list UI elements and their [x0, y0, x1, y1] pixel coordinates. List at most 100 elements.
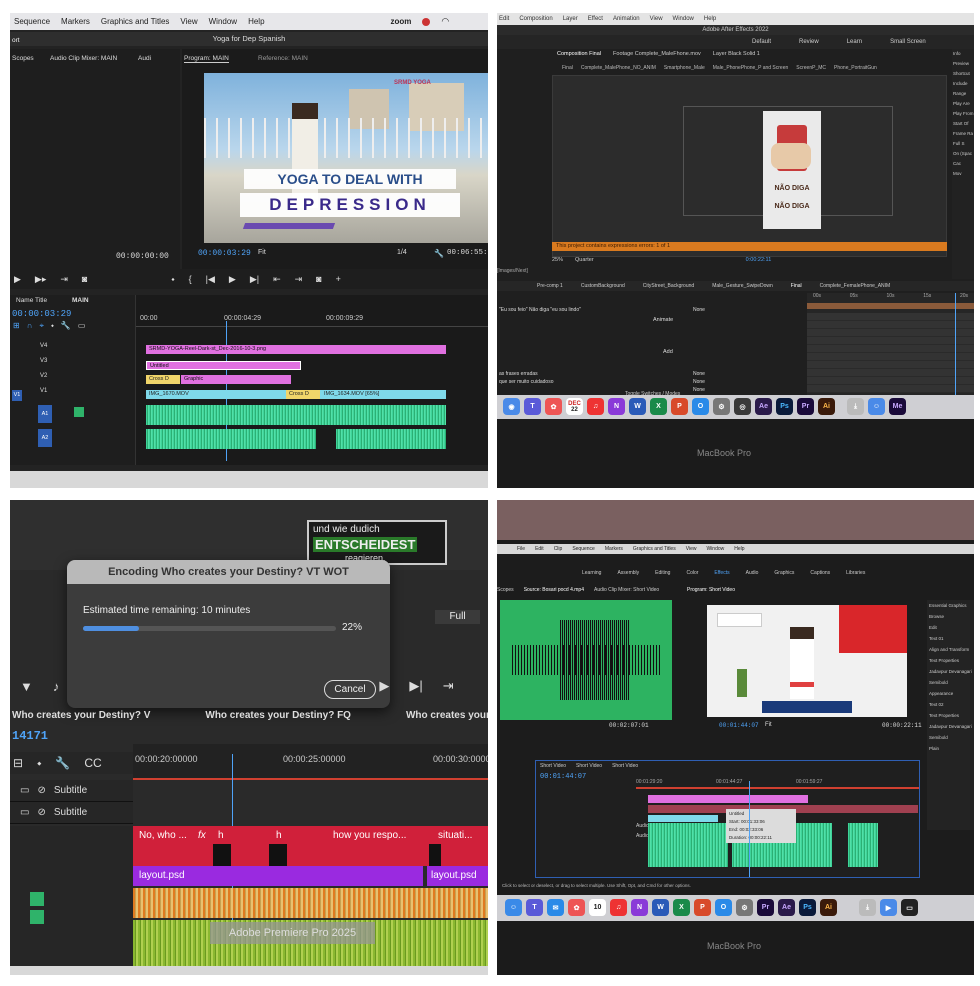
layer-timeline[interactable]: 00s 05s 10s 15s 20s: [807, 293, 974, 398]
layer-label[interactable]: Text 02: [929, 699, 974, 710]
audio-clip-orange[interactable]: [133, 888, 488, 918]
teams-icon[interactable]: T: [526, 899, 543, 916]
tab-sequence[interactable]: Who creates your Destiny? V: [406, 710, 488, 724]
workspace-tab[interactable]: Audio: [746, 570, 759, 580]
premiere-icon[interactable]: Pr: [757, 899, 774, 916]
wrench-icon[interactable]: 🔧: [55, 756, 70, 770]
expression-warning[interactable]: This project contains expressions errors…: [552, 242, 947, 251]
eye-off-icon[interactable]: ⊘: [37, 785, 45, 796]
track-v4[interactable]: V4: [40, 339, 47, 354]
nest-icon[interactable]: ⊟: [13, 756, 23, 770]
fit-dropdown[interactable]: Fit: [258, 249, 266, 256]
menu-composition[interactable]: Composition: [519, 16, 552, 22]
outlook-icon[interactable]: O: [692, 398, 709, 415]
tab-layer[interactable]: Layer Black Solid 1: [713, 51, 760, 63]
camera-icon[interactable]: ◙: [82, 274, 87, 284]
wrench-icon[interactable]: 🔧: [434, 249, 444, 258]
snap-icon[interactable]: ∩: [27, 321, 33, 331]
tab-sequence[interactable]: Short Video: [612, 763, 638, 769]
clip-layout-2[interactable]: layout.psd: [427, 866, 488, 886]
timeline-ruler[interactable]: 00:00 00:00:04:29 00:00:09:29: [136, 313, 488, 327]
workspace-tab[interactable]: Captions: [810, 570, 830, 580]
downloads-icon[interactable]: ⤓: [847, 398, 864, 415]
menu-help[interactable]: Help: [248, 17, 264, 26]
menu-graphics[interactable]: Graphics and Titles: [633, 546, 676, 552]
breadcrumb-item[interactable]: Smartphone_Male: [664, 65, 705, 75]
playhead[interactable]: [749, 781, 750, 877]
tab-project[interactable]: Name Title: [16, 297, 47, 304]
font-style-select[interactable]: Plain: [929, 743, 974, 754]
parent-select[interactable]: None: [693, 307, 705, 313]
track-a1[interactable]: A1: [38, 405, 52, 423]
after-effects-icon[interactable]: Ae: [778, 899, 795, 916]
tab-audio[interactable]: Audi: [138, 55, 151, 62]
parent-select[interactable]: None: [693, 387, 705, 393]
photoshop-icon[interactable]: Ps: [799, 899, 816, 916]
add-menu[interactable]: Add: [663, 349, 673, 355]
quality-select[interactable]: Quarter: [575, 257, 594, 263]
fit-dropdown[interactable]: Fit: [765, 722, 772, 728]
source-patch-v1[interactable]: V1: [12, 390, 22, 401]
fx-badge[interactable]: fx: [198, 830, 206, 841]
layer-row[interactable]: "Eu sou feio" Não diga "eu sou lindo": [499, 307, 581, 313]
animate-menu[interactable]: Animate: [653, 317, 673, 323]
source-waveform[interactable]: [500, 600, 672, 720]
tab-composition[interactable]: Composition Final: [557, 51, 601, 63]
word-icon[interactable]: W: [652, 899, 669, 916]
menu-view[interactable]: View: [686, 546, 697, 552]
video-track-header[interactable]: [10, 826, 133, 866]
audio-clip-a1[interactable]: [146, 405, 446, 425]
font-style-select[interactable]: Semibold: [929, 732, 974, 743]
menu-layer[interactable]: Layer: [563, 16, 578, 22]
onenote-icon[interactable]: N: [631, 899, 648, 916]
transition-cross[interactable]: Cross D: [146, 375, 180, 384]
playhead[interactable]: [955, 293, 956, 398]
step-icon[interactable]: ▶|: [409, 678, 422, 694]
parent-select[interactable]: None: [693, 379, 705, 385]
video-clips[interactable]: No, who ... h h how you respo... situati…: [133, 826, 488, 866]
audio-clip[interactable]: [648, 823, 728, 867]
insert-icon[interactable]: ⇥: [60, 274, 68, 285]
mute-button[interactable]: [30, 910, 44, 924]
media-encoder-icon[interactable]: Me: [889, 398, 906, 415]
camera-icon[interactable]: ▭: [20, 807, 29, 818]
timeline-area[interactable]: 00:00 00:00:04:29 00:00:09:29 SRMD-YOGA-…: [135, 295, 488, 465]
finder-icon[interactable]: ☺: [505, 899, 522, 916]
clip-layout-1[interactable]: layout.psd: [133, 866, 423, 886]
track-v2[interactable]: V2: [40, 369, 47, 384]
tab-audio-mixer[interactable]: Audio Clip Mixer: Short Video: [594, 587, 659, 597]
tab-citystreet[interactable]: CityStreet_Background: [643, 283, 694, 289]
menu-sequence[interactable]: Sequence: [14, 17, 50, 26]
menu-view[interactable]: View: [180, 17, 197, 26]
breadcrumb-item[interactable]: Complete_MalePhone_NO_ANIM: [581, 65, 656, 75]
menu-file[interactable]: File: [517, 546, 525, 552]
vpn-icon[interactable]: ◎: [734, 398, 751, 415]
workspace-small-screen[interactable]: Small Screen: [890, 39, 926, 45]
export-frame-icon[interactable]: ◙: [316, 274, 321, 284]
illustrator-icon[interactable]: Ai: [820, 899, 837, 916]
menu-clip[interactable]: Clip: [554, 546, 563, 552]
play-button[interactable]: ▶: [229, 274, 236, 285]
tab-scopes[interactable]: Scopes: [12, 55, 34, 62]
breadcrumb-item[interactable]: Male_PhonePhone_P and Screen: [713, 65, 789, 75]
outlook-icon[interactable]: O: [715, 899, 732, 916]
tab-sequence[interactable]: MAIN: [72, 297, 89, 304]
tab-sequence[interactable]: Short Video: [540, 763, 566, 769]
lift-icon[interactable]: ⇤: [273, 274, 281, 285]
powerpoint-icon[interactable]: P: [694, 899, 711, 916]
subtitle-track-2[interactable]: ▭ ⊘ Subtitle: [10, 802, 133, 824]
audio-clip-a2b[interactable]: [336, 429, 446, 449]
menu-view[interactable]: View: [650, 16, 663, 22]
font-style-select[interactable]: Semibold: [929, 677, 974, 688]
marker-icon[interactable]: ⬩: [51, 321, 54, 331]
workspace-tab[interactable]: Assembly: [617, 570, 639, 580]
breadcrumb-item[interactable]: Phone_PortraitGun: [834, 65, 877, 75]
music-icon[interactable]: ♫: [587, 398, 604, 415]
menu-effect[interactable]: Effect: [588, 16, 603, 22]
settings-icon[interactable]: ⚙: [713, 398, 730, 415]
menu-animation[interactable]: Animation: [613, 16, 640, 22]
layer-bars[interactable]: [807, 313, 974, 393]
video-track-header[interactable]: [10, 866, 133, 888]
tab-sequence[interactable]: Who creates your Destiny? FQ: [205, 710, 351, 724]
eye-off-icon[interactable]: ⊘: [37, 807, 45, 818]
